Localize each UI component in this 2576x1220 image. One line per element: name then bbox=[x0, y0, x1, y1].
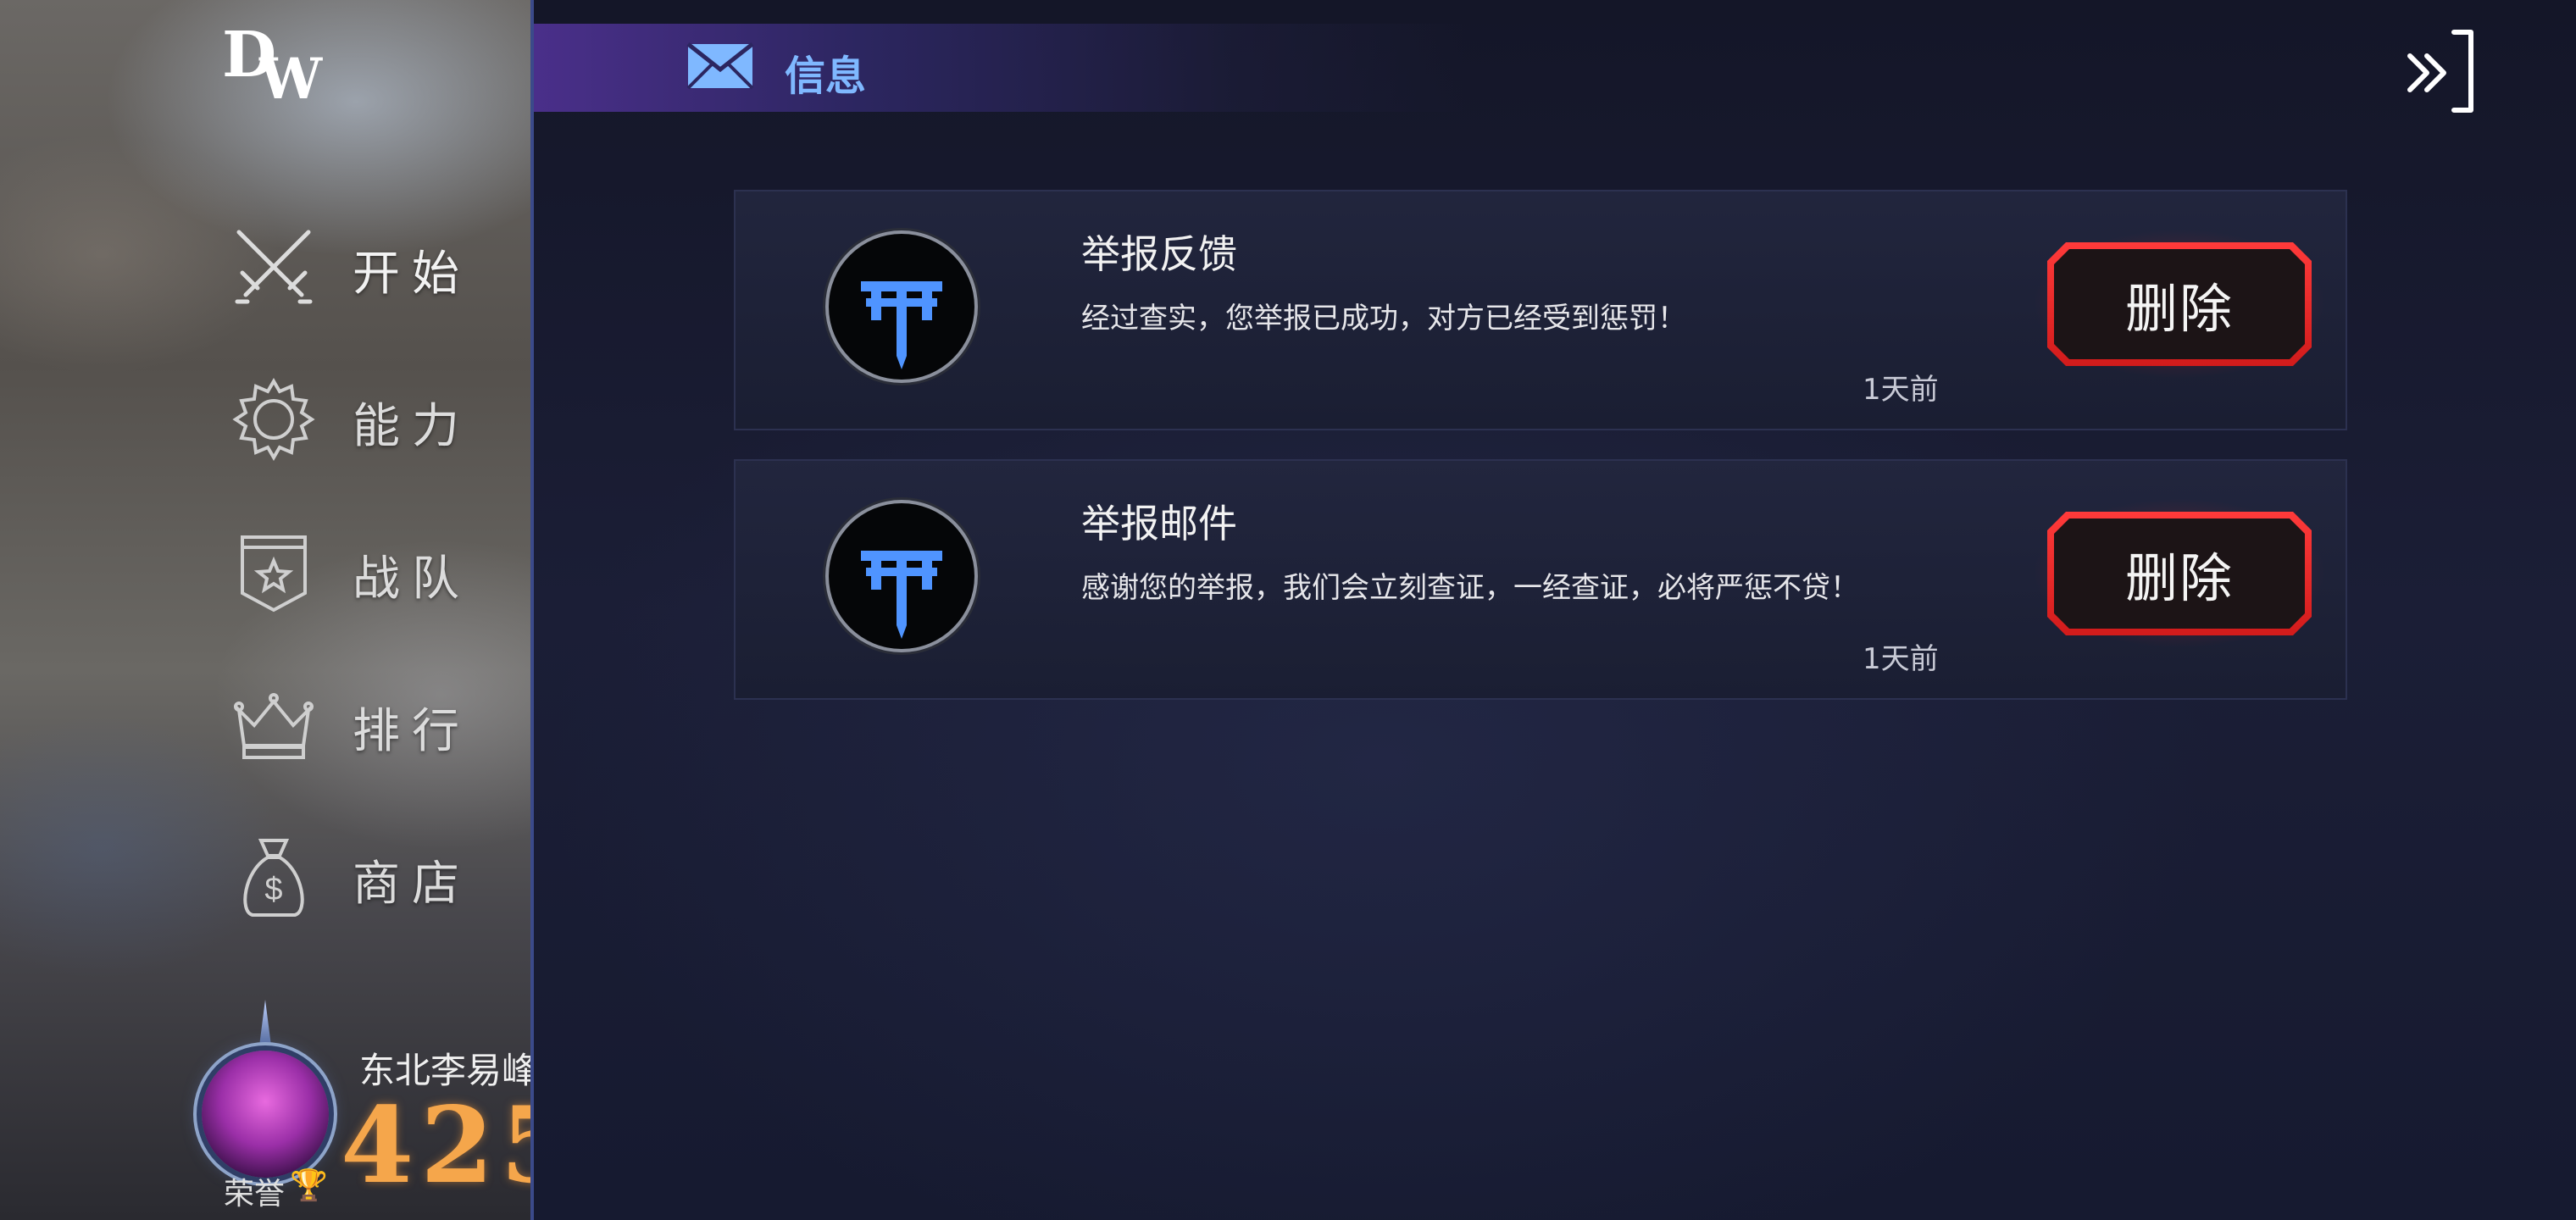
message-body: 感谢您的举报，我们会立刻查证，一经查证，必将严惩不贷！ bbox=[1081, 571, 1859, 605]
message-time: 1天前 bbox=[1863, 642, 1939, 676]
sidebar-item-team[interactable]: 战队 bbox=[227, 517, 515, 627]
crossed-swords-icon bbox=[235, 230, 313, 304]
player-profile[interactable]: 东北李易峰 425 荣誉 🏆 bbox=[190, 1000, 530, 1220]
delete-button[interactable]: 删除 bbox=[2054, 249, 2305, 359]
delete-button-label: 删除 bbox=[2124, 278, 2234, 340]
message-card[interactable]: 举报邮件 感谢您的举报，我们会立刻查证，一经查证，必将严惩不贷！ 1天前 删除 bbox=[734, 459, 2347, 700]
shield-star-icon bbox=[241, 535, 307, 613]
mail-icon bbox=[686, 42, 754, 90]
player-score: 425 bbox=[341, 1084, 530, 1207]
message-title: 举报反馈 bbox=[1081, 231, 1237, 277]
gear-icon bbox=[232, 378, 315, 461]
sidebar-item-label: 商店 bbox=[353, 857, 471, 912]
message-card[interactable]: 举报反馈 经过查实，您举报已成功，对方已经受到惩罚！ 1天前 删除 bbox=[734, 190, 2347, 430]
sidebar-item-start[interactable]: 开始 bbox=[227, 212, 515, 322]
page-title: 信息 bbox=[785, 53, 867, 100]
sidebar-item-ability[interactable]: 能力 bbox=[227, 364, 515, 474]
message-body: 经过查实，您举报已成功，对方已经受到惩罚！ bbox=[1081, 302, 1686, 336]
message-title: 举报邮件 bbox=[1081, 501, 1237, 546]
panel-header: 信息 bbox=[534, 24, 1466, 112]
game-emblem-icon bbox=[829, 503, 974, 649]
crown-icon bbox=[234, 693, 314, 759]
trophy-icon: 🏆 bbox=[290, 1168, 328, 1203]
sidebar-item-ranking[interactable]: 排行 bbox=[227, 669, 515, 779]
delete-button-label: 删除 bbox=[2124, 547, 2234, 609]
svg-text:$: $ bbox=[264, 872, 282, 907]
sidebar-item-label: 排行 bbox=[353, 704, 471, 759]
sidebar-item-shop[interactable]: $ 商店 bbox=[227, 822, 515, 932]
sidebar-item-label: 开始 bbox=[353, 247, 471, 302]
message-time: 1天前 bbox=[1863, 373, 1939, 407]
exit-icon[interactable] bbox=[2398, 25, 2491, 119]
money-bag-icon: $ bbox=[243, 839, 304, 917]
avatar[interactable] bbox=[202, 1051, 329, 1178]
message-panel: 信息 举报反馈 经过查实，您举报已成功，对方已经受到惩罚！ 1天前 删除 举报邮… bbox=[530, 0, 2576, 1220]
delete-button[interactable]: 删除 bbox=[2054, 518, 2305, 629]
sidebar: DW 开始 能力 战队 排行 $ 商店 东北李易峰 42 荣誉 🏆 bbox=[0, 0, 530, 1220]
game-emblem-icon bbox=[829, 234, 974, 380]
honor-label: 荣誉 bbox=[224, 1177, 286, 1212]
app-logo: DW bbox=[222, 19, 323, 112]
sidebar-item-label: 战队 bbox=[353, 552, 471, 607]
sidebar-item-label: 能力 bbox=[353, 399, 471, 454]
